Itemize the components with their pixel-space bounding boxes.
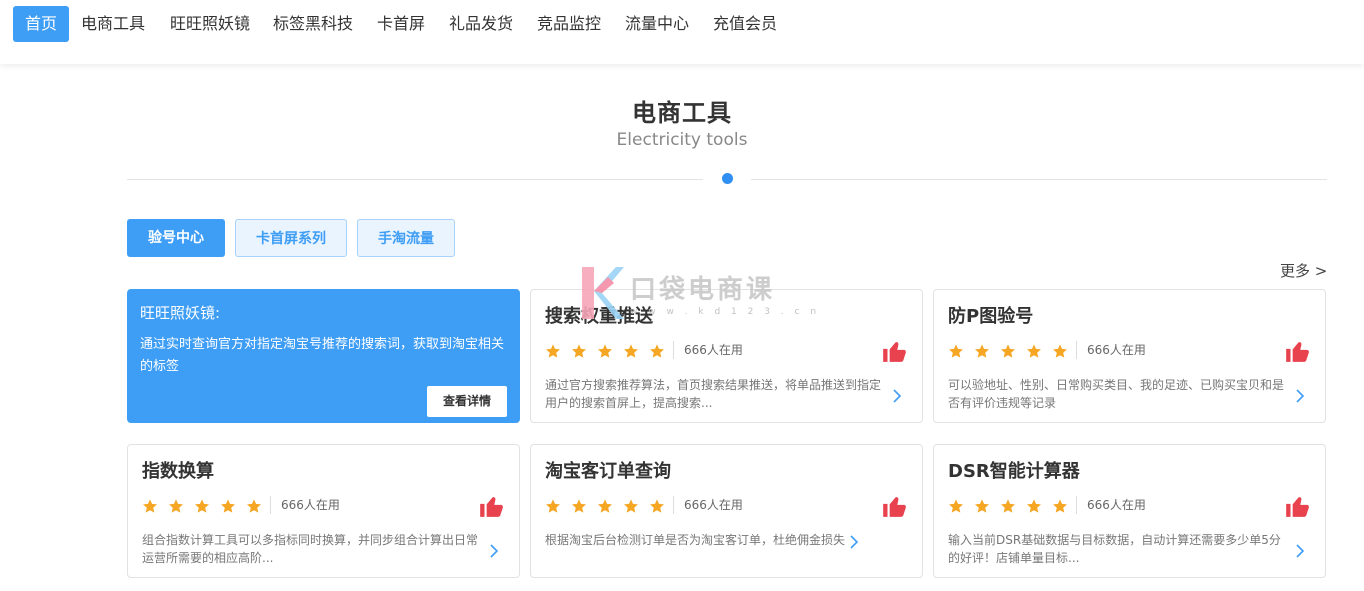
nav-item-first-screen[interactable]: 卡首屏 [365,6,437,42]
divider-dot [722,173,733,184]
tab-first-screen-series[interactable]: 卡首屏系列 [235,219,347,257]
star-icon [1027,344,1041,358]
star-icon [1001,344,1015,358]
star-icon [949,344,963,358]
star-icon [1053,344,1067,358]
section-title: 电商工具 [632,99,732,127]
nav-item-tag-tech[interactable]: 标签黑科技 [261,6,365,42]
tool-card[interactable]: DSR智能计算器 666人在用 输入当前DSR基础数据与目标数据，自动计算还需要… [933,444,1326,578]
featured-desc: 通过实时查询官方对指定淘宝号推荐的搜索词，获取到淘宝相关的标签 [140,337,505,374]
tool-card[interactable]: 淘宝客订单查询 666人在用 根据淘宝后台检测订单是否为淘宝客订单，杜绝佣金损失 [530,444,923,578]
star-icon [1001,499,1015,513]
star-icon [546,344,560,358]
tool-card-users: 666人在用 [673,341,743,359]
star-icon [169,499,183,513]
tab-account-check[interactable]: 验号中心 [127,219,225,257]
tool-card-title: 搜索权重推送 [545,306,653,327]
tool-card[interactable]: 指数换算 666人在用 组合指数计算工具可以多指标同时换算，并同步组合计算出日常… [127,444,520,578]
chevron-right-icon[interactable] [892,388,902,404]
star-icon [650,344,664,358]
top-nav: 首页 电商工具 旺旺照妖镜 标签黑科技 卡首屏 礼品发货 竞品监控 流量中心 充… [0,0,1364,64]
tool-card-users: 666人在用 [270,496,340,514]
tab-mobile-traffic[interactable]: 手淘流量 [357,219,455,257]
star-icon [598,499,612,513]
chevron-right-icon[interactable] [1295,543,1305,559]
chevron-right-icon[interactable] [489,543,499,559]
tool-card-desc: 组合指数计算工具可以多指标同时换算，并同步组合计算出日常运营所需要的相应高阶..… [142,533,479,565]
star-icon [949,499,963,513]
star-icon [975,344,989,358]
tool-card-title: 指数换算 [142,461,214,482]
thumbs-up-icon[interactable] [1284,493,1310,519]
star-icon [221,499,235,513]
tool-card-desc: 根据淘宝后台检测订单是否为淘宝客订单，杜绝佣金损失 [545,533,846,547]
star-icon [1053,499,1067,513]
star-icon [572,499,586,513]
star-icon [598,344,612,358]
star-icon [1027,499,1041,513]
star-icon [195,499,209,513]
nav-item-wangwang-mirror[interactable]: 旺旺照妖镜 [158,6,262,42]
chevron-right-icon[interactable] [849,534,859,550]
thumbs-up-icon[interactable] [881,338,907,364]
thumbs-up-icon[interactable] [1284,338,1310,364]
section-subtitle: Electricity tools [616,130,748,150]
thumbs-up-icon[interactable] [881,493,907,519]
featured-card: 旺旺照妖镜: 通过实时查询官方对指定淘宝号推荐的搜索词，获取到淘宝相关的标签 查… [127,289,520,423]
tool-card-users: 666人在用 [673,496,743,514]
thumbs-up-icon[interactable] [478,493,504,519]
nav-item-recharge-member[interactable]: 充值会员 [701,6,789,42]
tool-card-users: 666人在用 [1076,341,1146,359]
divider-right [751,179,1327,180]
nav-item-ecommerce-tools[interactable]: 电商工具 [69,6,157,42]
tool-card[interactable]: 搜索权重推送 666人在用 通过官方搜索推荐算法，首页搜索结果推送，将单品推送到… [530,289,923,423]
star-icon [624,344,638,358]
nav-item-competitor-monitor[interactable]: 竞品监控 [525,6,613,42]
star-icon [650,499,664,513]
nav-item-gift-shipping[interactable]: 礼品发货 [437,6,525,42]
star-icon [624,499,638,513]
tool-card-desc: 通过官方搜索推荐算法，首页搜索结果推送，将单品推送到指定用户的搜索首屏上，提高搜… [545,378,882,410]
tool-card-title: 防P图验号 [948,306,1034,327]
star-icon [546,499,560,513]
more-link[interactable]: 更多 > [1280,260,1327,281]
divider-left [127,179,703,180]
nav-item-traffic-center[interactable]: 流量中心 [613,6,701,42]
tool-card-desc: 输入当前DSR基础数据与目标数据，自动计算还需要多少单5分的好评！店铺单量目标.… [948,533,1281,565]
star-icon [143,499,157,513]
tool-card-desc: 可以验地址、性别、日常购买类目、我的足迹、已购买宝贝和是否有评价违规等记录 [948,378,1285,410]
featured-title: 旺旺照妖镜: [140,304,221,322]
star-icon [572,344,586,358]
chevron-right-icon[interactable] [1295,388,1305,404]
tool-card-title: DSR智能计算器 [948,461,1080,482]
tool-card[interactable]: 防P图验号 666人在用 可以验地址、性别、日常购买类目、我的足迹、已购买宝贝和… [933,289,1326,423]
view-details-button[interactable]: 查看详情 [427,386,507,417]
tool-card-users: 666人在用 [1076,496,1146,514]
tool-card-title: 淘宝客订单查询 [545,461,671,482]
star-icon [975,499,989,513]
nav-item-home[interactable]: 首页 [13,6,69,42]
star-icon [247,499,261,513]
